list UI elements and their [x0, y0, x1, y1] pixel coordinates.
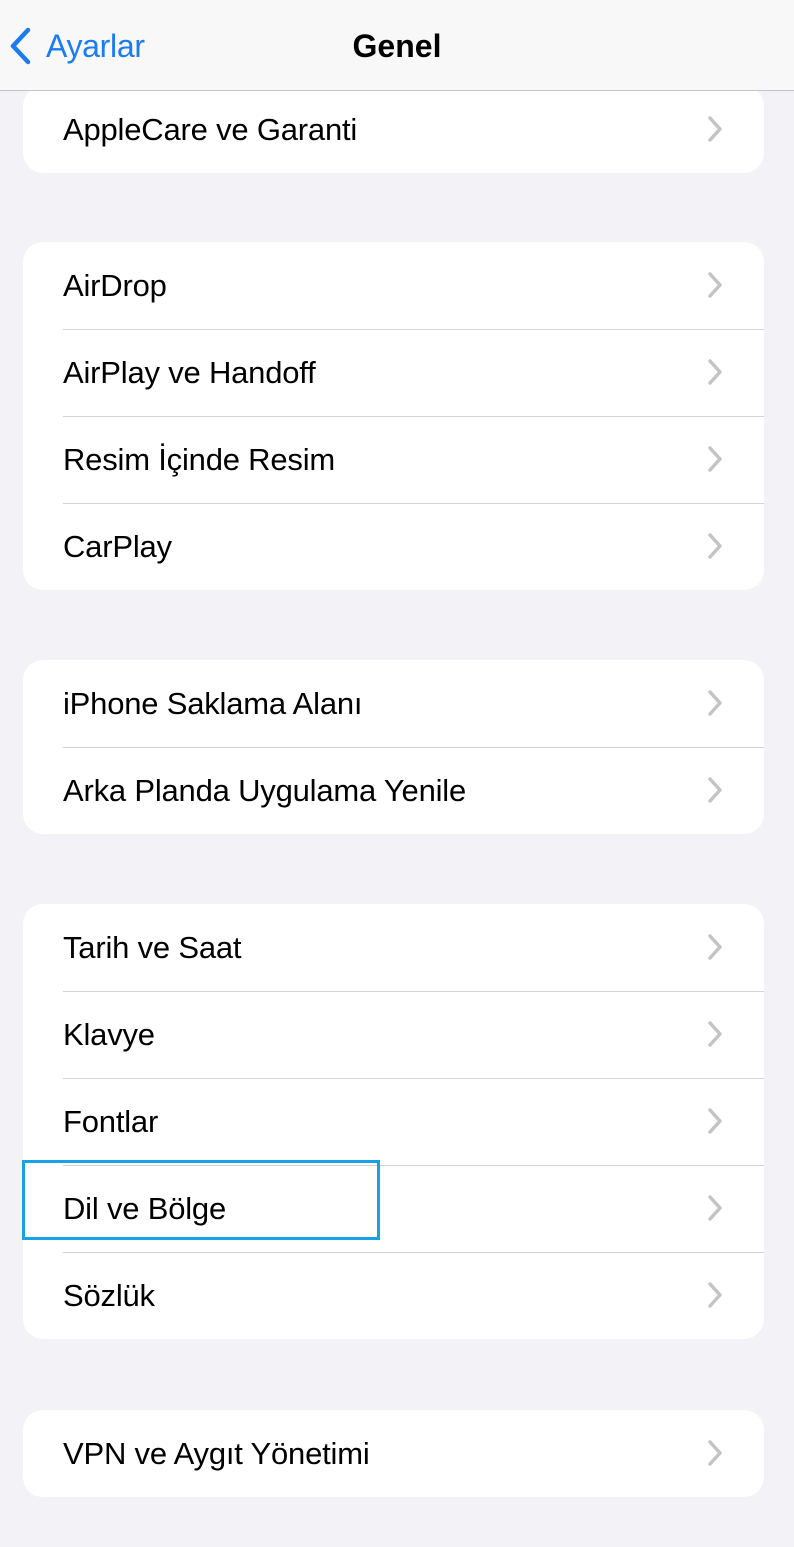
row-label: Resim İçinde Resim: [63, 441, 336, 477]
chevron-right-icon: [708, 446, 722, 472]
settings-group-storage: iPhone Saklama Alanı Arka Planda Uygulam…: [23, 660, 764, 834]
chevron-right-icon: [708, 1440, 722, 1466]
settings-group-vpn: VPN ve Aygıt Yönetimi: [23, 1410, 764, 1497]
settings-group-locale: Tarih ve Saat Klavye Fontlar Dil ve Bölg…: [23, 904, 764, 1339]
row-label: CarPlay: [63, 528, 172, 564]
row-applecare[interactable]: AppleCare ve Garanti: [23, 86, 764, 173]
chevron-right-icon: [708, 1108, 722, 1134]
settings-group-connectivity: AirDrop AirPlay ve Handoff Resim İçinde …: [23, 242, 764, 590]
row-label: AirDrop: [63, 267, 167, 303]
row-label: Dil ve Bölge: [63, 1190, 227, 1226]
row-airdrop[interactable]: AirDrop: [23, 242, 764, 329]
row-airplay-handoff[interactable]: AirPlay ve Handoff: [23, 329, 764, 416]
row-dictionary[interactable]: Sözlük: [23, 1252, 764, 1339]
chevron-right-icon: [708, 1195, 722, 1221]
row-label: Tarih ve Saat: [63, 929, 242, 965]
row-language-region[interactable]: Dil ve Bölge: [23, 1165, 764, 1252]
row-label: AppleCare ve Garanti: [63, 111, 358, 147]
row-label: Fontlar: [63, 1103, 159, 1139]
chevron-right-icon: [708, 1282, 722, 1308]
row-label: iPhone Saklama Alanı: [63, 685, 363, 721]
row-date-time[interactable]: Tarih ve Saat: [23, 904, 764, 991]
chevron-right-icon: [708, 1021, 722, 1047]
row-fonts[interactable]: Fontlar: [23, 1078, 764, 1165]
row-label: AirPlay ve Handoff: [63, 354, 316, 390]
settings-group-applecare: AppleCare ve Garanti: [23, 86, 764, 173]
chevron-right-icon: [708, 272, 722, 298]
row-vpn-device-management[interactable]: VPN ve Aygıt Yönetimi: [23, 1410, 764, 1497]
row-label: VPN ve Aygıt Yönetimi: [63, 1435, 370, 1471]
row-picture-in-picture[interactable]: Resim İçinde Resim: [23, 416, 764, 503]
chevron-right-icon: [708, 777, 722, 803]
chevron-right-icon: [708, 690, 722, 716]
chevron-right-icon: [708, 533, 722, 559]
row-background-app-refresh[interactable]: Arka Planda Uygulama Yenile: [23, 747, 764, 834]
row-label: Klavye: [63, 1016, 155, 1052]
chevron-right-icon: [708, 934, 722, 960]
page-title: Genel: [352, 28, 442, 64]
row-keyboard[interactable]: Klavye: [23, 991, 764, 1078]
chevron-right-icon: [708, 116, 722, 142]
row-iphone-storage[interactable]: iPhone Saklama Alanı: [23, 660, 764, 747]
row-label: Sözlük: [63, 1277, 155, 1313]
row-carplay[interactable]: CarPlay: [23, 503, 764, 590]
navigation-bar: Ayarlar Genel: [0, 0, 794, 91]
chevron-right-icon: [708, 359, 722, 385]
row-label: Arka Planda Uygulama Yenile: [63, 772, 467, 808]
